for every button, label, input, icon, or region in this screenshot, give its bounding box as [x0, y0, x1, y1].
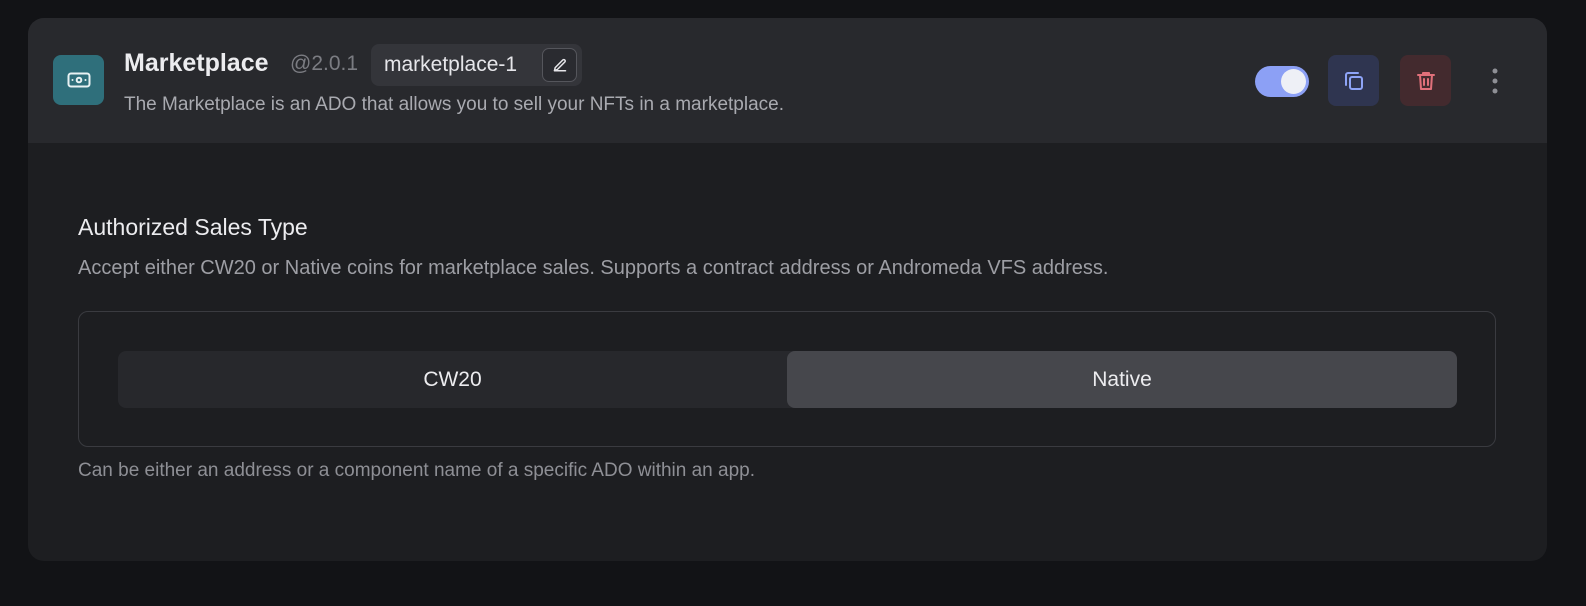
edit-name-button[interactable] — [542, 48, 577, 82]
enable-toggle[interactable] — [1255, 66, 1309, 97]
sales-type-selector-box: CW20 Native — [78, 311, 1496, 447]
banknote-icon — [53, 55, 104, 105]
copy-icon — [1344, 71, 1363, 90]
copy-button[interactable] — [1328, 55, 1379, 106]
ado-card: Marketplace @2.0.1 marketplace-1 The Mar… — [28, 18, 1547, 561]
delete-button[interactable] — [1400, 55, 1451, 106]
more-options-button[interactable] — [1480, 62, 1510, 100]
field-description: Accept either CW20 or Native coins for m… — [78, 257, 1109, 279]
sales-type-segmented-control: CW20 Native — [118, 351, 1457, 408]
trash-icon — [1416, 71, 1435, 90]
pencil-icon — [553, 58, 566, 72]
instance-name-chip: marketplace-1 — [371, 44, 582, 86]
instance-name: marketplace-1 — [384, 53, 518, 76]
ado-card-header: Marketplace @2.0.1 marketplace-1 The Mar… — [28, 18, 1547, 143]
ado-title: Marketplace — [124, 49, 269, 77]
toggle-knob — [1281, 69, 1306, 94]
ado-version: @2.0.1 — [290, 52, 359, 75]
field-title: Authorized Sales Type — [78, 214, 308, 240]
kebab-vertical-icon — [1492, 68, 1498, 94]
option-native[interactable]: Native — [787, 351, 1457, 408]
option-cw20[interactable]: CW20 — [118, 351, 787, 408]
ado-description: The Marketplace is an ADO that allows yo… — [124, 94, 784, 115]
field-hint: Can be either an address or a component … — [78, 460, 756, 481]
